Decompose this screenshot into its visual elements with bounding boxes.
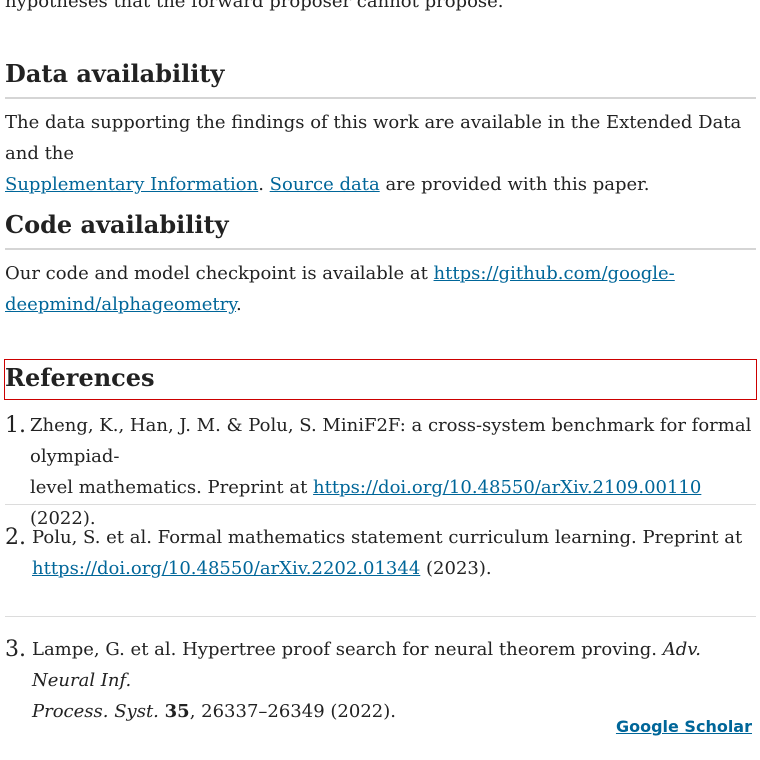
supplementary-information-link[interactable]: Supplementary Information <box>5 174 258 195</box>
reference-3-pages-year: , 26337–26349 (2022). <box>189 701 396 722</box>
reference-number-2: 2. <box>5 525 26 550</box>
data-availability-text-1: The data supporting the findings of this… <box>5 112 742 164</box>
reference-3-line-1: Lampe, G. et al. Hypertree proof search … <box>32 639 657 660</box>
reference-2-doi-link[interactable]: https://doi.org/10.48550/arXiv.2202.0134… <box>32 558 420 579</box>
data-availability-heading: Data availability <box>5 59 225 88</box>
reference-1-line-1: Zheng, K., Han, J. M. & Polu, S. MiniF2F… <box>30 415 752 467</box>
reference-2-line-1: Polu, S. et al. Formal mathematics state… <box>32 527 743 548</box>
intro-tail-text: hypotheses that the forward proposer can… <box>5 0 504 12</box>
github-repo-link-line-1[interactable]: https://github.com/google- <box>434 263 675 284</box>
data-availability-text-2: . <box>258 174 264 195</box>
reference-text-2: Polu, S. et al. Formal mathematics state… <box>32 522 756 584</box>
reference-divider-1 <box>5 504 756 505</box>
source-data-link[interactable]: Source data <box>270 174 380 195</box>
github-repo-link-line-2[interactable]: deepmind/alphageometry <box>5 294 236 315</box>
data-availability-divider <box>5 97 756 99</box>
code-availability-heading: Code availability <box>5 210 229 239</box>
reference-1-doi-link[interactable]: https://doi.org/10.48550/arXiv.2109.0011… <box>313 477 701 498</box>
reference-number-3: 3. <box>5 637 26 662</box>
reference-text-3: Lampe, G. et al. Hypertree proof search … <box>32 634 756 727</box>
references-heading: References <box>5 363 155 392</box>
reference-number-1: 1. <box>5 413 26 438</box>
reference-text-1: Zheng, K., Han, J. M. & Polu, S. MiniF2F… <box>30 410 756 534</box>
data-availability-text-3: are provided with this paper. <box>385 174 650 195</box>
code-availability-text-1: Our code and model checkpoint is availab… <box>5 263 428 284</box>
reference-divider-2 <box>5 616 756 617</box>
reference-1-line-2: level mathematics. Preprint at <box>30 477 308 498</box>
google-scholar-link[interactable]: Google Scholar <box>616 717 752 736</box>
code-availability-text: Our code and model checkpoint is availab… <box>5 258 756 320</box>
data-availability-text: The data supporting the findings of this… <box>5 107 756 200</box>
reference-3-volume: 35 <box>164 701 190 722</box>
reference-3-journal-2: Process. Syst. <box>32 701 159 722</box>
code-availability-text-2: . <box>236 294 242 315</box>
code-availability-divider <box>5 248 756 250</box>
reference-2-year: (2023). <box>426 558 492 579</box>
